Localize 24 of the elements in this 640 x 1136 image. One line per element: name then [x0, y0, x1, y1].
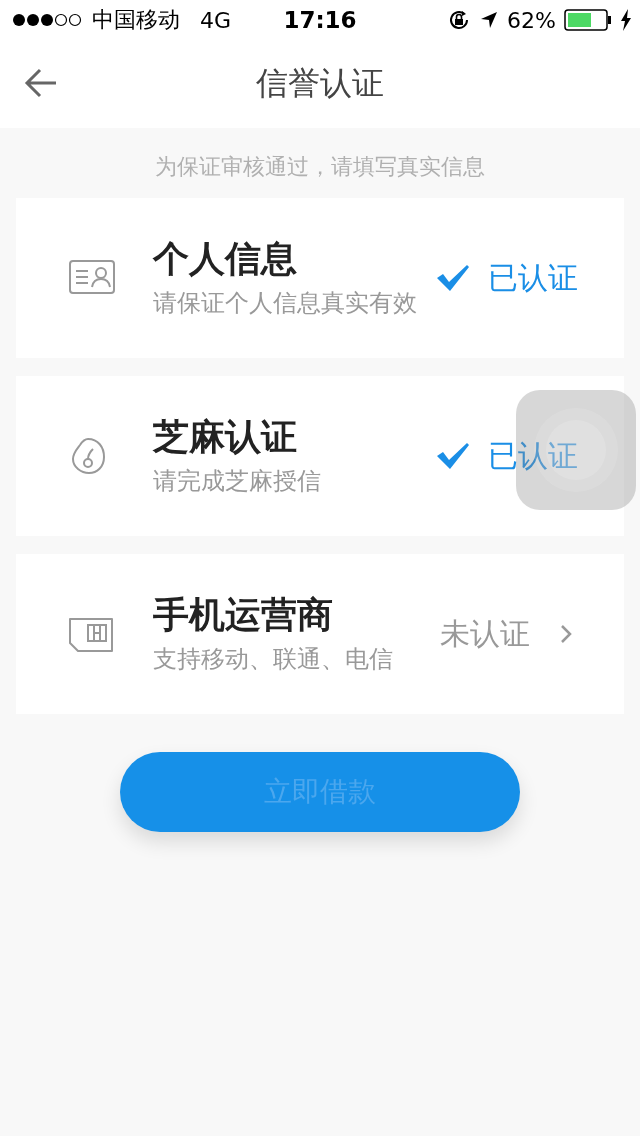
- hint-text: 为保证审核通过，请填写真实信息: [154, 153, 486, 181]
- signal-icon: [12, 13, 84, 27]
- battery-icon: [564, 9, 612, 31]
- status-label: 已认证: [488, 258, 578, 297]
- item-title: 个人信息: [153, 237, 298, 281]
- status-label: 未认证: [440, 614, 530, 653]
- clock: 17:16: [283, 7, 357, 33]
- chevron-right-icon: [560, 624, 572, 644]
- verification-card[interactable]: 手机运营商 支持移动、联通、电信 未认证: [16, 554, 624, 714]
- page-title: 信誉认证: [256, 63, 384, 104]
- item-subtitle: 请保证个人信息真实有效: [153, 288, 418, 319]
- verification-card[interactable]: 个人信息 请保证个人信息真实有效 已认证: [16, 198, 624, 358]
- charging-icon: [620, 9, 632, 31]
- battery-percent: 62%: [507, 7, 556, 33]
- carrier-name: 中国移动: [92, 6, 180, 34]
- item-title: 芝麻认证: [153, 415, 298, 459]
- network-type: 4G: [200, 7, 232, 33]
- location-icon: [479, 10, 500, 30]
- item-title: 手机运营商: [153, 593, 334, 637]
- status-label: 已认证: [488, 436, 578, 475]
- item-subtitle: 请完成芝麻授信: [153, 466, 322, 497]
- back-arrow-icon[interactable]: [24, 68, 58, 98]
- item-subtitle: 支持移动、联通、电信: [153, 644, 394, 675]
- verification-card[interactable]: 芝麻认证 请完成芝麻授信 已认证: [16, 376, 624, 536]
